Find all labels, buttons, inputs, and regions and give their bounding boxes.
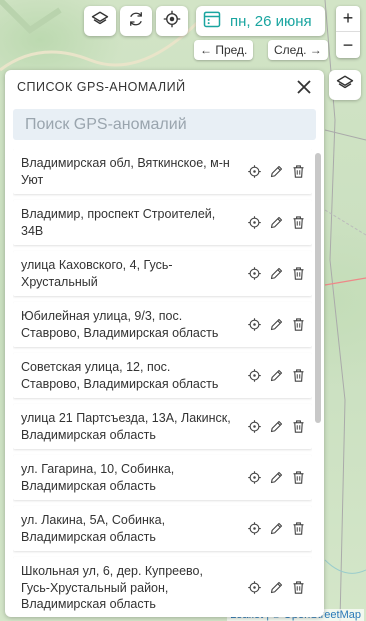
delete-icon[interactable] [290, 580, 306, 596]
item-actions [246, 368, 306, 384]
locate-icon[interactable] [246, 521, 262, 537]
anomaly-address: Владимирская обл, Вяткинское, м-н Уют [21, 156, 230, 187]
locate-icon[interactable] [246, 215, 262, 231]
list-item[interactable]: Владимир, проспект Строителей, 34В [13, 200, 312, 245]
edit-icon[interactable] [268, 317, 284, 333]
refresh-button[interactable] [120, 6, 152, 36]
item-actions [246, 215, 306, 231]
anomaly-list-container: Владимирская обл, Вяткинское, м-н Уют Вл… [5, 149, 324, 617]
panel-title: СПИСОК GPS-АНОМАЛИЙ [17, 80, 186, 94]
gps-anomalies-panel: СПИСОК GPS-АНОМАЛИЙ Владимирская обл, Вя… [5, 70, 324, 617]
locate-icon[interactable] [246, 266, 262, 282]
date-label: пн, 26 июня [230, 12, 312, 30]
delete-icon[interactable] [290, 470, 306, 486]
locate-icon[interactable] [246, 419, 262, 435]
anomaly-address: Школьная ул, 6, дер. Купреево, Гусь-Хрус… [21, 564, 203, 611]
locate-icon[interactable] [246, 470, 262, 486]
list-item[interactable]: улица Каховского, 4, Гусь-Хрустальный [13, 251, 312, 296]
anomaly-address: Советская улица, 12, пос. Ставрово, Влад… [21, 360, 219, 391]
list-item[interactable]: Владимирская обл, Вяткинское, м-н Уют [13, 149, 312, 194]
locate-icon[interactable] [246, 368, 262, 384]
list-item[interactable]: улица 21 Партсъезда, 13А, Лакинск, Влади… [13, 404, 312, 449]
panel-header: СПИСОК GPS-АНОМАЛИЙ [5, 70, 324, 104]
item-actions [246, 419, 306, 435]
search-input[interactable] [25, 115, 304, 134]
item-actions [246, 470, 306, 486]
layers-icon [91, 10, 109, 33]
anomaly-address: ул. Гагарина, 10, Собинка, Владимирская … [21, 462, 175, 493]
edit-icon[interactable] [268, 266, 284, 282]
delete-icon[interactable] [290, 368, 306, 384]
list-item[interactable]: ул. Лакина, 5А, Собинка, Владимирская об… [13, 506, 312, 551]
item-actions [246, 164, 306, 180]
locate-button[interactable] [156, 6, 188, 36]
list-item[interactable]: Советская улица, 12, пос. Ставрово, Влад… [13, 353, 312, 398]
layers-toggle-button[interactable] [329, 70, 361, 100]
list-item[interactable]: Юбилейная улица, 9/3, пос. Ставрово, Вла… [13, 302, 312, 347]
anomaly-address: Владимир, проспект Строителей, 34В [21, 207, 216, 238]
delete-icon[interactable] [290, 521, 306, 537]
layers-button[interactable] [84, 6, 116, 36]
edit-icon[interactable] [268, 215, 284, 231]
edit-icon[interactable] [268, 164, 284, 180]
locate-icon[interactable] [246, 164, 262, 180]
delete-icon[interactable] [290, 164, 306, 180]
list-item[interactable]: ул. Гагарина, 10, Собинка, Владимирская … [13, 455, 312, 500]
locate-icon [163, 10, 181, 33]
item-actions [246, 521, 306, 537]
edit-icon[interactable] [268, 470, 284, 486]
zoom-control: + − [336, 6, 360, 58]
calendar-icon [202, 9, 222, 34]
zoom-out-button[interactable]: − [336, 32, 360, 58]
edit-icon[interactable] [268, 419, 284, 435]
anomaly-address: улица Каховского, 4, Гусь-Хрустальный [21, 258, 173, 289]
edit-icon[interactable] [268, 368, 284, 384]
delete-icon[interactable] [290, 266, 306, 282]
next-day-button[interactable]: След. → [268, 40, 328, 60]
anomaly-address: улица 21 Партсъезда, 13А, Лакинск, Влади… [21, 411, 231, 442]
zoom-in-button[interactable]: + [336, 6, 360, 32]
anomaly-address: Юбилейная улица, 9/3, пос. Ставрово, Вла… [21, 309, 219, 340]
close-icon[interactable] [294, 77, 314, 97]
anomaly-address: ул. Лакина, 5А, Собинка, Владимирская об… [21, 513, 166, 544]
layers-icon [336, 74, 354, 97]
edit-icon[interactable] [268, 521, 284, 537]
anomaly-list[interactable]: Владимирская обл, Вяткинское, м-н Уют Вл… [13, 149, 312, 617]
delete-icon[interactable] [290, 317, 306, 333]
item-actions [246, 266, 306, 282]
refresh-icon [127, 10, 145, 33]
date-picker-button[interactable]: пн, 26 июня [196, 6, 325, 36]
item-actions [246, 317, 306, 333]
item-actions [246, 580, 306, 596]
delete-icon[interactable] [290, 215, 306, 231]
edit-icon[interactable] [268, 580, 284, 596]
prev-day-button[interactable]: ← Пред. [194, 40, 254, 60]
delete-icon[interactable] [290, 419, 306, 435]
search-box [13, 109, 316, 140]
locate-icon[interactable] [246, 580, 262, 596]
list-scrollbar[interactable] [315, 153, 321, 423]
list-item[interactable]: Школьная ул, 6, дер. Купреево, Гусь-Хрус… [13, 557, 312, 617]
locate-icon[interactable] [246, 317, 262, 333]
